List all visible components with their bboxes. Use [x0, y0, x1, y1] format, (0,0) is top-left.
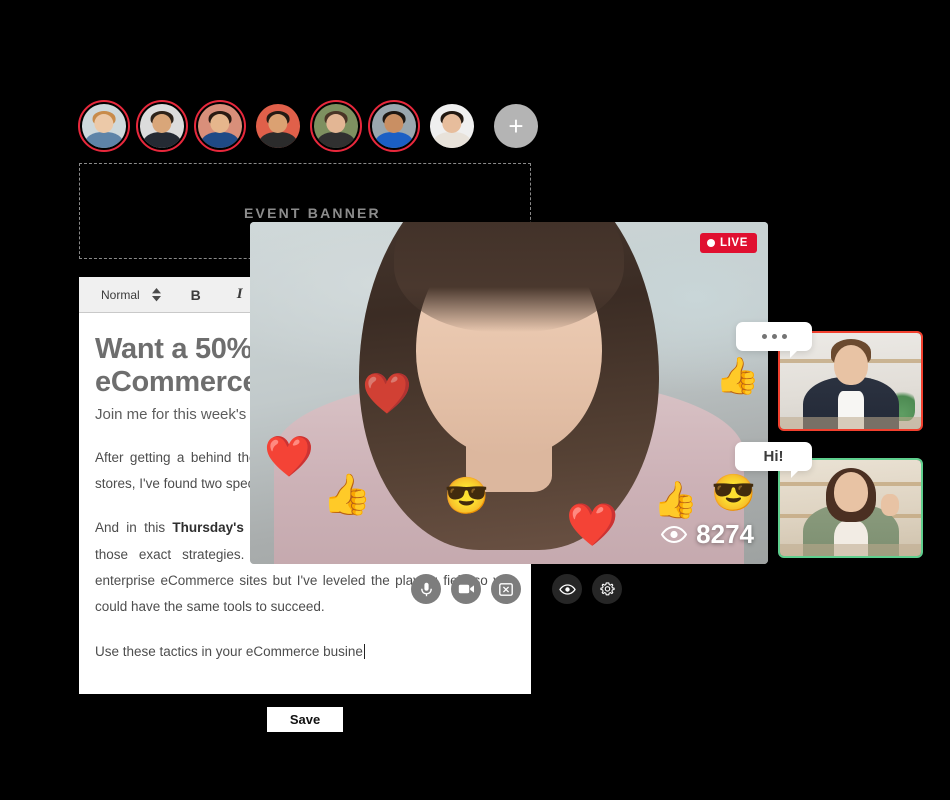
typing-indicator-bubble	[736, 322, 812, 358]
reaction-thumbsup-3: 👍	[715, 355, 760, 396]
story-avatar-7[interactable]	[426, 100, 478, 152]
story-avatar-4[interactable]	[252, 100, 304, 152]
typing-dot-icon	[771, 334, 777, 339]
save-button[interactable]: Save	[267, 707, 343, 732]
story-avatar-6[interactable]	[368, 100, 420, 152]
viewer-count-value: 8274	[696, 519, 754, 549]
reaction-sunglasses-2: 😎	[711, 472, 756, 513]
reaction-thumbsup-2: 👍	[653, 479, 698, 520]
chat-message-text: Hi!	[763, 448, 784, 465]
bold-button[interactable]: B	[181, 282, 211, 308]
reaction-sunglasses-1: 😎	[444, 475, 489, 516]
chevron-up-down-icon	[151, 287, 161, 302]
story-avatar-3[interactable]	[194, 100, 246, 152]
viewer-count: 8274	[661, 519, 754, 550]
reaction-thumbsup-1: 👍	[322, 473, 372, 517]
settings-button[interactable]	[592, 574, 622, 604]
live-video-player[interactable]: LIVE ❤️ ❤️ 👍 😎 ❤️ 👍 👍 😎 8274	[250, 222, 768, 564]
live-dot-icon	[707, 239, 715, 247]
eye-icon	[558, 583, 576, 595]
camera-button[interactable]	[451, 574, 481, 604]
video-camera-icon	[458, 583, 475, 595]
reaction-heart-2: ❤️	[264, 435, 314, 479]
call-controls-bar	[411, 574, 622, 604]
story-avatar-1[interactable]	[78, 100, 130, 152]
view-toggle-button[interactable]	[552, 574, 582, 604]
close-box-icon	[499, 582, 513, 596]
reaction-heart-3: ❤️	[566, 501, 619, 548]
end-stream-button[interactable]	[491, 574, 521, 604]
paragraph-style-select[interactable]: Normal	[95, 285, 167, 305]
eye-icon	[661, 526, 688, 543]
story-avatar-row: +	[78, 100, 538, 152]
paragraph-3-text: Use these tactics in your eCommerce busi…	[95, 643, 363, 659]
avatar-image	[82, 104, 126, 148]
paragraph-style-value: Normal	[101, 287, 140, 302]
add-story-button[interactable]: +	[494, 104, 538, 148]
avatar-image	[314, 104, 358, 148]
avatar-image	[430, 104, 474, 148]
chat-message-bubble: Hi!	[735, 442, 812, 478]
app-canvas: + EVENT BANNER Normal B I Want a 50% Lif…	[0, 0, 950, 800]
microphone-button[interactable]	[411, 574, 441, 604]
paragraph-2-text-a: And in this	[95, 520, 173, 536]
gear-icon	[599, 581, 615, 597]
avatar-image	[198, 104, 242, 148]
post-paragraph-3: Use these tactics in your eCommerce busi…	[95, 639, 515, 665]
typing-dot-icon	[781, 334, 787, 339]
live-badge-label: LIVE	[720, 237, 748, 249]
participant-video-feed	[780, 460, 921, 556]
story-avatar-2[interactable]	[136, 100, 188, 152]
typing-dot-icon	[761, 334, 767, 339]
avatar-image	[372, 104, 416, 148]
microphone-icon	[420, 582, 433, 597]
event-banner-label: EVENT BANNER	[244, 205, 381, 221]
avatar-image	[140, 104, 184, 148]
reaction-heart-1: ❤️	[362, 372, 412, 416]
video-subject-fringe	[394, 222, 624, 332]
text-caret	[363, 643, 365, 659]
story-avatar-5[interactable]	[310, 100, 362, 152]
live-status-badge[interactable]: LIVE	[700, 233, 757, 253]
avatar-image	[256, 104, 300, 148]
